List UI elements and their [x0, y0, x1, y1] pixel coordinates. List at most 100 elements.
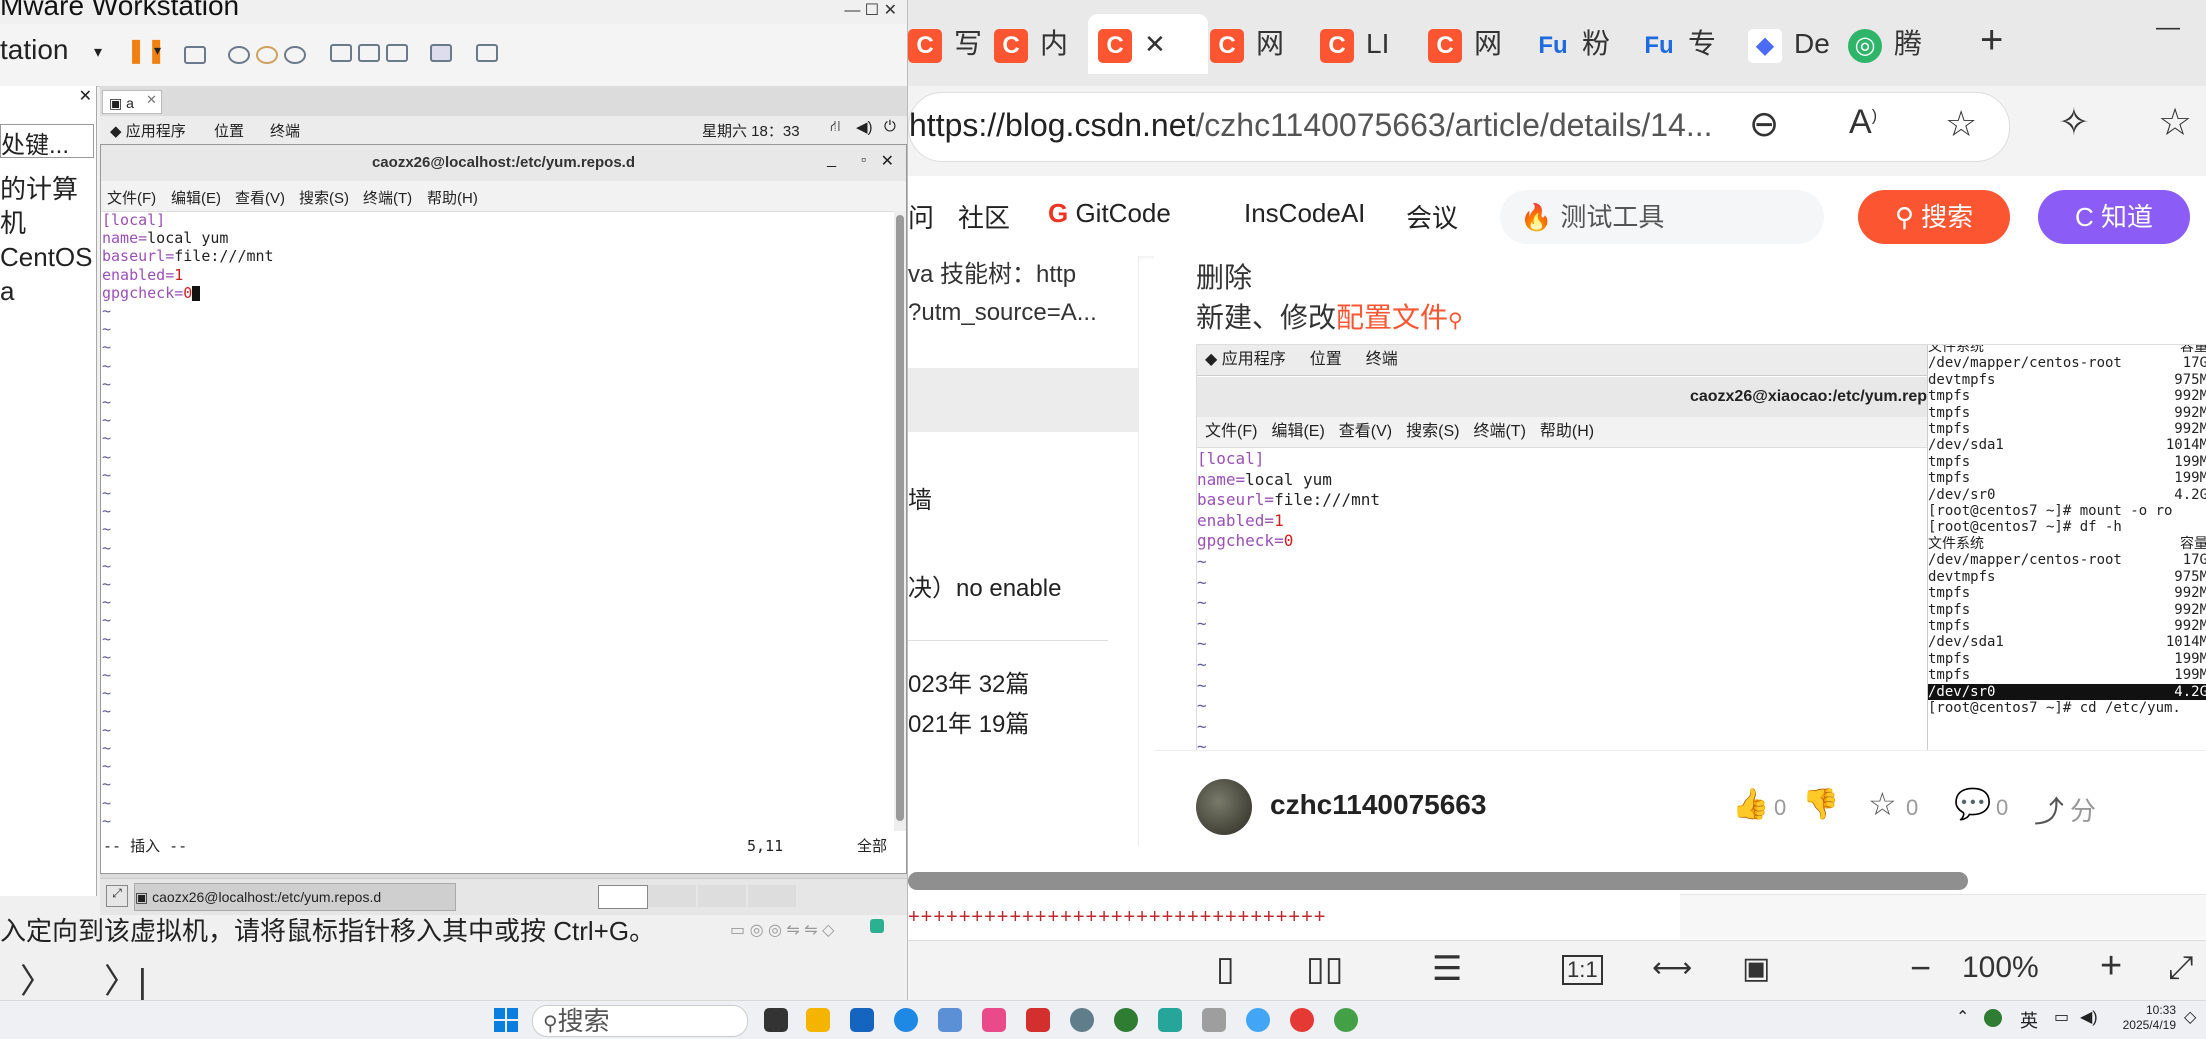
notification-icon[interactable]: ◇	[2184, 1007, 2196, 1027]
share-icon[interactable]: ⤴	[2034, 787, 2064, 831]
places-menu[interactable]: 位置	[214, 120, 244, 141]
unity-icon[interactable]	[476, 44, 498, 62]
chevron-down-icon[interactable]: ▾	[154, 42, 161, 59]
last-icon[interactable]: 〉|	[104, 954, 147, 1000]
favorite-star-icon[interactable]: ☆	[1945, 103, 1977, 145]
device-icons[interactable]: ▭ ◎ ◎ ⇋ ⇋ ◇	[730, 915, 834, 947]
sidebar-text[interactable]: 决）no enable	[908, 568, 1061, 603]
volume-icon[interactable]: ◀)	[856, 118, 873, 136]
window-controls[interactable]: — ☐ ✕	[844, 0, 897, 20]
tab[interactable]: ◆ De	[1748, 14, 1830, 74]
workspace-3[interactable]	[698, 885, 746, 907]
app-icon[interactable]	[1114, 1008, 1138, 1032]
author-name[interactable]: czhc1140075663	[1270, 789, 1486, 821]
next-icon[interactable]: 〉	[20, 954, 54, 1000]
volume-icon[interactable]: ◀)	[2080, 1007, 2098, 1027]
clock[interactable]: 10:33 2025/4/19	[2106, 1003, 2176, 1033]
app-icon[interactable]	[1246, 1008, 1270, 1032]
store-icon[interactable]	[850, 1008, 874, 1032]
tab[interactable]: ◎ 腾	[1848, 14, 1922, 74]
apps-menu[interactable]: ◆ 应用程序	[110, 120, 186, 141]
library-item[interactable]: CentOS	[0, 240, 96, 274]
avatar[interactable]	[1196, 779, 1252, 835]
zoom-in-icon[interactable]: +	[2100, 945, 2122, 988]
app-icon[interactable]	[1158, 1008, 1182, 1032]
archive-item[interactable]: 021年 19篇	[908, 704, 1029, 739]
menu-terminal[interactable]: 终端(T)	[363, 187, 412, 208]
fullscreen-icon[interactable]: ⤢	[2168, 949, 2194, 987]
tab[interactable]: C网	[1210, 14, 1284, 74]
terminal-body[interactable]: [local] name=local yum baseurl=file:///mnt…	[101, 211, 897, 831]
menu-view[interactable]: 查看(V)	[235, 187, 285, 208]
menu-help[interactable]: 帮助(H)	[427, 187, 478, 208]
archive-item[interactable]: 023年 32篇	[908, 664, 1029, 699]
sidebar-link[interactable]: va 技能树：http	[908, 256, 1097, 294]
vm-screen[interactable]: ▣ a ✕ ◆ 应用程序 位置 终端 星期六 18：33 ⛙ ◀) ⏻ caoz…	[100, 86, 907, 916]
message-icon[interactable]	[870, 919, 884, 933]
terminal-window[interactable]: caozx26@localhost:/etc/yum.repos.d _ ▫ ✕…	[100, 144, 907, 874]
zoom-level[interactable]: 100%	[1962, 951, 2039, 985]
chrome-icon[interactable]	[1290, 1008, 1314, 1032]
network-icon[interactable]: ▭	[2054, 1007, 2069, 1027]
library-item[interactable]: 的计算机	[0, 172, 96, 240]
menu-edit[interactable]: 编辑(E)	[171, 187, 221, 208]
horizontal-scrollbar[interactable]	[908, 872, 1968, 890]
chevron-down-icon[interactable]: ▾	[94, 42, 102, 62]
zoom-out-icon[interactable]: −	[1910, 947, 1931, 989]
tab[interactable]: C内	[994, 14, 1068, 74]
sidebar-link[interactable]: ?utm_source=A...	[908, 294, 1097, 332]
library-toggle-icon[interactable]	[330, 44, 352, 62]
two-page-icon[interactable]: ▯▯	[1306, 949, 1343, 989]
zhidao-button[interactable]: C 知道	[2038, 190, 2190, 244]
show-desktop-icon[interactable]: ⤢	[106, 885, 128, 907]
url-text[interactable]: https://blog.csdn.net/czhc1140075663/art…	[909, 107, 1712, 144]
library-search-input[interactable]: 处键...	[0, 124, 94, 158]
menu-file[interactable]: 文件(F)	[107, 187, 156, 208]
new-tab-icon[interactable]: +	[1980, 18, 2003, 63]
scrollbar[interactable]	[894, 211, 906, 831]
edge-icon[interactable]	[894, 1008, 918, 1032]
nav-link[interactable]: InsCodeAI	[1244, 198, 1365, 229]
nav-link[interactable]: 会议	[1406, 198, 1458, 235]
tray-app-icon[interactable]	[1984, 1009, 2002, 1027]
tab[interactable]: Fu 粉	[1536, 14, 1610, 74]
ime-indicator[interactable]: 英	[2020, 1007, 2038, 1033]
search-button[interactable]: ⚲ 搜索	[1858, 190, 2010, 244]
share-label[interactable]: 分	[2070, 791, 2096, 828]
wps-icon[interactable]	[1026, 1008, 1050, 1032]
tab-active[interactable]: C ✕	[1088, 14, 1208, 74]
minimize-icon[interactable]: _	[827, 151, 836, 169]
workspace-1[interactable]	[598, 885, 648, 909]
close-icon[interactable]: ✕	[881, 151, 894, 171]
fit-page-icon[interactable]: ▣	[1742, 951, 1770, 986]
actual-size-icon[interactable]: 1:1	[1562, 955, 1603, 985]
search-input[interactable]: 🔥 测试工具	[1500, 190, 1824, 244]
close-icon[interactable]: ✕	[79, 86, 92, 106]
fit-width-icon[interactable]: ⟷	[1652, 951, 1692, 984]
power-icon[interactable]: ⏻	[884, 118, 896, 135]
fullscreen-icon[interactable]	[386, 44, 408, 62]
tab[interactable]: C LI	[1320, 14, 1389, 74]
like-icon[interactable]: 👍	[1732, 787, 1769, 822]
task-view-icon[interactable]	[764, 1008, 788, 1032]
send-keys-icon[interactable]	[184, 46, 206, 64]
console-icon[interactable]	[430, 44, 452, 62]
nav-link-gitcode[interactable]: G GitCode	[1048, 198, 1171, 229]
terminal-menu[interactable]: 终端	[270, 120, 300, 141]
article-link[interactable]: 配置文件	[1336, 302, 1448, 333]
chevron-up-icon[interactable]: ⌃	[1956, 1007, 1969, 1027]
close-icon[interactable]: ✕	[1144, 29, 1166, 59]
dislike-icon[interactable]: 👎	[1802, 787, 1839, 822]
menu-search[interactable]: 搜索(S)	[299, 187, 349, 208]
file-explorer-icon[interactable]	[806, 1008, 830, 1032]
nav-link[interactable]: 社区	[958, 198, 1010, 235]
address-bar[interactable]: https://blog.csdn.net/czhc1140075663/art…	[908, 92, 2010, 162]
vmware-icon[interactable]	[1202, 1008, 1226, 1032]
settings-icon[interactable]	[1070, 1008, 1094, 1032]
tab[interactable]: C网	[1428, 14, 1502, 74]
sidebar-text[interactable]: 墙	[908, 480, 932, 515]
comment-icon[interactable]: 💬	[1954, 787, 1991, 822]
tab[interactable]: Fu 专	[1642, 14, 1716, 74]
photos-icon[interactable]	[938, 1008, 962, 1032]
snapshot-icon[interactable]	[228, 46, 250, 64]
